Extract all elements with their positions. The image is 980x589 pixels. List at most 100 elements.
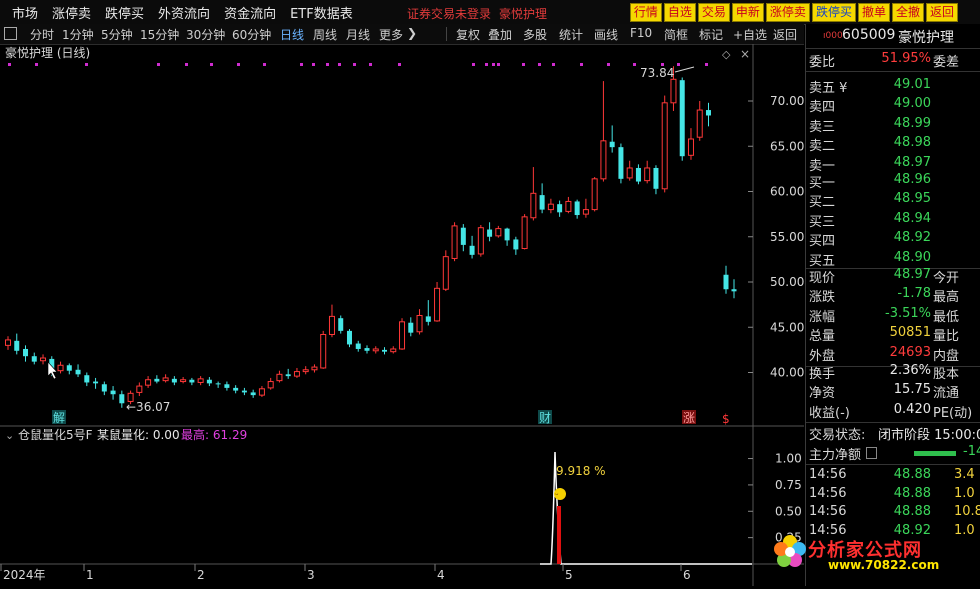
ipo-button[interactable]: 申新: [731, 3, 764, 22]
menu-item-etf-table[interactable]: ETF数据表: [290, 3, 353, 22]
period-weekly[interactable]: 周线: [313, 26, 337, 43]
signal-dot: [237, 63, 240, 66]
candle-body: [110, 390, 116, 395]
stat-row: 总量 50851 量比: [806, 325, 980, 344]
period-30min[interactable]: 30分钟: [186, 26, 225, 43]
limitup-sell-button[interactable]: 涨停卖: [765, 3, 810, 22]
ytick-label: 70.00: [770, 94, 804, 108]
ytick-label: 55.00: [770, 230, 804, 244]
stat-value: -1.78: [897, 286, 931, 302]
trade-button[interactable]: 交易: [697, 3, 730, 22]
candle-body: [241, 390, 247, 393]
menu-item-limitdown-buy[interactable]: 跌停买: [105, 3, 144, 22]
candle-body: [530, 192, 537, 219]
trade-status-row: 交易状态: 闭市阶段 15:00:0: [806, 424, 980, 443]
bid-row: 买三 48.94: [806, 211, 980, 230]
dividend-marker[interactable]: $: [722, 412, 730, 426]
indicator-tick-label: 0.50: [775, 504, 802, 518]
quick-buttons: 行情 自选 交易 申新 涨停卖 跌停买 撤单 全撤 返回: [629, 3, 958, 22]
signal-dot: [522, 63, 525, 66]
more-chevron-icon[interactable]: ❯: [407, 26, 417, 40]
candle-body: [487, 229, 493, 237]
chart-back-button[interactable]: 返回: [773, 26, 797, 43]
indicator-peak-label: 9.918 %: [556, 464, 606, 478]
tick-row: 14:56 48.88 10.8: [806, 504, 980, 523]
candle-body: [469, 245, 475, 255]
adjust-button[interactable]: 复权: [456, 26, 480, 43]
signal-dot: [210, 63, 213, 66]
period-intraday[interactable]: 分时: [30, 26, 54, 43]
candle-body: [408, 322, 414, 333]
cancel-all-button[interactable]: 全撤: [891, 3, 924, 22]
mark-button[interactable]: 标记: [699, 26, 723, 43]
candle-body: [635, 167, 641, 182]
watchlist-button[interactable]: 自选: [663, 3, 696, 22]
quote-button[interactable]: 行情: [629, 3, 662, 22]
candle-body: [618, 147, 624, 179]
period-15min[interactable]: 15分钟: [140, 26, 179, 43]
bid-label: 买四: [809, 234, 836, 250]
menu-item-capital-flow[interactable]: 资金流向: [224, 3, 276, 22]
statistics-button[interactable]: 统计: [559, 26, 583, 43]
overlay-button[interactable]: 叠加: [488, 26, 512, 43]
add-watchlist-button[interactable]: +自选: [733, 26, 767, 43]
stat-label: 现价: [809, 271, 836, 286]
diamond-icon[interactable]: ◇: [722, 48, 731, 61]
draw-line-button[interactable]: 画线: [594, 26, 618, 43]
signal-dot: [607, 63, 610, 66]
kline-chart[interactable]: 豪悦护理 (日线) ◇ × 70.00 65.00 60.00 55.00 50.00 45.0…: [0, 44, 804, 586]
signal-dot: [300, 63, 303, 66]
login-status[interactable]: 证券交易未登录 豪悦护理: [407, 5, 547, 22]
stat-value: 2.36%: [889, 363, 931, 378]
simple-frame-button[interactable]: 简框: [664, 26, 688, 43]
f10-button[interactable]: F10: [630, 26, 652, 40]
signal-dot: [185, 63, 188, 66]
indicator-collapse-icon[interactable]: ⌄: [5, 429, 14, 442]
menu-item-limitup-sell[interactable]: 涨停卖: [52, 3, 91, 22]
period-1min[interactable]: 1分钟: [62, 26, 94, 43]
netflow-value: -148: [963, 444, 980, 459]
period-5min[interactable]: 5分钟: [101, 26, 133, 43]
candle-body: [547, 203, 554, 211]
panel-toggle-icon[interactable]: [4, 27, 17, 40]
candle-body: [267, 381, 274, 389]
multi-stock-button[interactable]: 多股: [523, 26, 547, 43]
candle-body: [723, 274, 729, 290]
menu-item-foreign-flow[interactable]: 外资流向: [158, 3, 210, 22]
candle-body: [119, 394, 125, 404]
period-daily[interactable]: 日线: [280, 26, 304, 43]
candle-body: [276, 373, 283, 382]
limitdown-buy-button[interactable]: 跌停买: [811, 3, 856, 22]
candle-body: [285, 374, 291, 377]
tick-price: 48.88: [893, 467, 931, 482]
tick-price: 48.88: [893, 485, 931, 501]
list-icon[interactable]: [866, 447, 877, 459]
smiley-face: ᵕ: [555, 491, 559, 501]
candle-body: [75, 369, 81, 375]
unlock-marker-label: 解: [53, 411, 65, 425]
quote-panel: ı000 605009 豪悦护理 委比 51.95% 委差 卖五 ¥49.01 卖…: [805, 24, 980, 586]
tick-volume: 10.8: [954, 504, 980, 519]
back-button[interactable]: 返回: [925, 3, 958, 22]
close-icon[interactable]: ×: [740, 47, 750, 61]
cancel-order-button[interactable]: 撤单: [857, 3, 890, 22]
stat-label-right: 今开: [933, 271, 960, 286]
stat-label-right: 最低: [933, 309, 960, 325]
candle-body: [23, 348, 29, 357]
bid-price: 48.96: [893, 172, 931, 187]
bid-price: 48.92: [893, 230, 931, 246]
ask-label: 卖四: [809, 100, 836, 116]
menu-item-market[interactable]: 市场: [12, 3, 38, 22]
stat-row: 涨跌 -1.78 最高: [806, 286, 980, 305]
candle-body: [451, 225, 458, 259]
kline-chart-area[interactable]: 豪悦护理 (日线) ◇ × 70.00 65.00 60.00 55.00 50.00 45.0…: [0, 44, 804, 586]
weicha-label: 委差: [933, 55, 960, 70]
signal-dot: [485, 63, 488, 66]
ask-row: 卖五 ¥ 49.01: [806, 77, 980, 96]
period-60min[interactable]: 60分钟: [232, 26, 271, 43]
tick-price: 48.88: [893, 504, 931, 519]
candle-body: [591, 178, 598, 211]
min-price-label: ←36.07: [126, 400, 170, 414]
period-monthly[interactable]: 月线: [346, 26, 370, 43]
period-more[interactable]: 更多: [379, 26, 403, 43]
